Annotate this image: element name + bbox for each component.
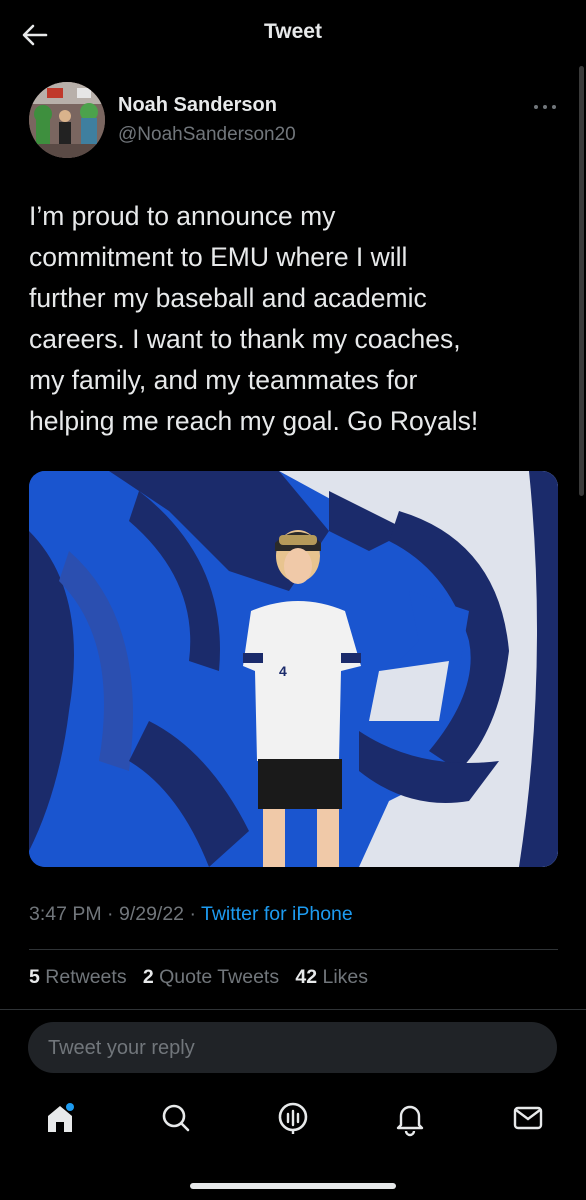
top-bar: Tweet xyxy=(0,0,586,66)
divider xyxy=(29,949,558,950)
home-icon xyxy=(48,1103,74,1132)
quote-tweets-stat[interactable]: 2 Quote Tweets xyxy=(143,966,279,988)
tab-home[interactable] xyxy=(40,1098,80,1138)
reply-input[interactable] xyxy=(46,1022,530,1075)
likes-stat[interactable]: 42 Likes xyxy=(295,966,368,988)
tweet-photo[interactable]: 4 xyxy=(29,471,558,867)
tweet-source-link[interactable]: Twitter for iPhone xyxy=(201,903,353,925)
bell-icon xyxy=(396,1105,424,1137)
more-options-button[interactable] xyxy=(532,100,558,114)
tweet-date: 9/29/22 xyxy=(118,903,185,925)
search-icon xyxy=(162,1104,190,1132)
jersey-number: 4 xyxy=(279,663,287,679)
author-name[interactable]: Noah Sanderson xyxy=(118,94,277,117)
tab-search[interactable] xyxy=(156,1098,196,1138)
divider xyxy=(0,1009,586,1010)
avatar[interactable] xyxy=(29,82,105,158)
spaces-icon xyxy=(278,1102,308,1134)
scrollbar[interactable] xyxy=(579,66,584,496)
tab-spaces[interactable] xyxy=(273,1098,313,1138)
tweet-meta: 3:47 PM · 9/29/22 · Twitter for iPhone xyxy=(29,903,353,925)
tweet-time: 3:47 PM xyxy=(29,903,102,925)
home-indicator[interactable] xyxy=(190,1183,396,1189)
mail-icon xyxy=(513,1106,543,1130)
tweet-stats: 5 Retweets 2 Quote Tweets 42 Likes xyxy=(29,966,368,989)
tab-messages[interactable] xyxy=(508,1098,548,1138)
tab-notifications[interactable] xyxy=(390,1098,430,1138)
author-handle[interactable]: @NoahSanderson20 xyxy=(118,124,296,146)
more-icon xyxy=(534,105,556,109)
reply-bar[interactable] xyxy=(28,1022,557,1075)
page-title: Tweet xyxy=(264,20,322,43)
retweets-stat[interactable]: 5 Retweets xyxy=(29,966,127,988)
tweet-text: I’m proud to announce my commitment to E… xyxy=(29,201,479,436)
